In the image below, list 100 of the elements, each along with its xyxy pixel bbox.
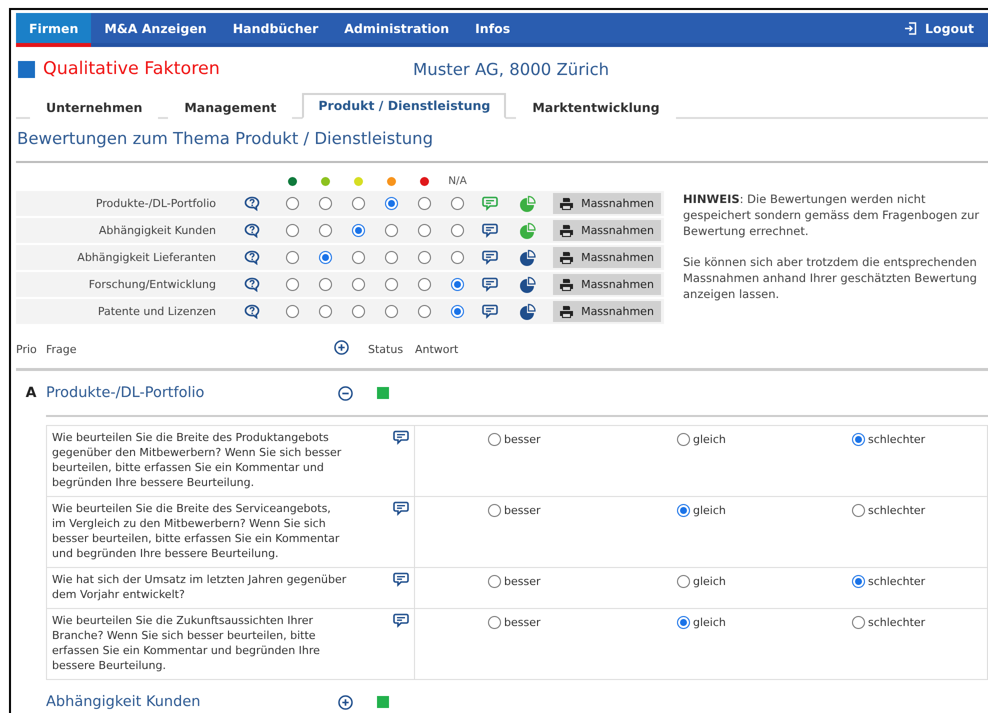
answer-option[interactable]: gleich: [693, 433, 726, 446]
comment-icon[interactable]: [393, 501, 409, 516]
column-header: Prio: [16, 342, 38, 356]
radio-button[interactable]: [385, 278, 398, 291]
radio-button[interactable]: [852, 575, 865, 588]
printer-icon: [560, 224, 574, 236]
rating-label: Abhängigkeit Lieferanten: [76, 251, 217, 264]
radio-button[interactable]: [677, 433, 690, 446]
rating-label: Forschung/Entwicklung: [88, 278, 217, 291]
radio-button[interactable]: [488, 575, 501, 588]
radio-button[interactable]: [677, 575, 690, 588]
radio-button[interactable]: [319, 251, 332, 264]
measures-button[interactable]: Massnahmen: [553, 247, 661, 268]
radio-button[interactable]: [352, 278, 365, 291]
category-title[interactable]: Produkte-/DL-Portfolio: [46, 385, 338, 401]
radio-button[interactable]: [488, 433, 501, 446]
help-icon[interactable]: [244, 223, 260, 238]
radio-button[interactable]: [852, 616, 865, 629]
radio-button[interactable]: [352, 251, 365, 264]
question-text: Wie beurteilen Sie die Zukunftsaussichten Ihrer Branche? Wenn Sie sich besser beurteilen, bitte erfassen Sie ein Kommentar und begründen Ihre bessere Beurteilung.: [52, 613, 321, 673]
radio-button[interactable]: [286, 224, 299, 237]
answer-option[interactable]: besser: [504, 433, 541, 446]
radio-button[interactable]: [286, 278, 299, 291]
priority-label: A: [24, 385, 38, 401]
radio-button[interactable]: [418, 278, 431, 291]
nav-tab[interactable]: Firmen: [16, 13, 92, 47]
measures-button[interactable]: Massnahmen: [553, 220, 661, 241]
answer-option[interactable]: schlechter: [868, 616, 926, 629]
logout-icon: [904, 22, 918, 34]
radio-button[interactable]: [385, 224, 398, 237]
radio-button[interactable]: [352, 197, 365, 210]
radio-button[interactable]: [352, 305, 365, 318]
radio-button[interactable]: [385, 251, 398, 264]
radio-button[interactable]: [385, 197, 398, 210]
radio-button[interactable]: [451, 251, 464, 264]
answer-option[interactable]: schlechter: [868, 504, 926, 517]
answer-option[interactable]: besser: [504, 616, 541, 629]
radio-button[interactable]: [418, 197, 431, 210]
radio-button[interactable]: [677, 504, 690, 517]
comment-icon[interactable]: [393, 430, 409, 445]
help-icon[interactable]: [244, 250, 260, 265]
measures-button[interactable]: Massnahmen: [553, 301, 661, 322]
hint-text: Sie können sich aber trotzdem die entsprechenden Massnahmen anhand Ihrer geschätzten Bewertung anzeigen lassen.: [683, 254, 978, 302]
question-text: Wie beurteilen Sie die Breite des Serviceangebots, im Vergleich zu den Mitbewerbern? Wenn Sie sich besser beurteilen, bitte erfassen Sie ein Kommentar und begründen Ihre bessere Beurteilung.: [52, 501, 340, 561]
radio-button[interactable]: [319, 224, 332, 237]
comment-icon[interactable]: [393, 613, 409, 628]
question-text: Wie beurteilen Sie die Breite des Produktangebots gegenüber den Mitbewerbern? Wenn Sie sich besser beurteilen, bitte erfassen Sie ein Kommentar und begründen Ihre bessere Beurteilung.: [52, 430, 342, 490]
expand-all-icon[interactable]: [334, 340, 349, 355]
comment-icon[interactable]: [482, 223, 498, 238]
radio-button[interactable]: [451, 224, 464, 237]
comment-icon[interactable]: [482, 250, 498, 265]
radio-button[interactable]: [418, 251, 431, 264]
help-icon[interactable]: [244, 196, 260, 211]
answer-option[interactable]: gleich: [693, 616, 726, 629]
nav-tab[interactable]: M&A Anzeigen: [91, 13, 220, 47]
expand-icon[interactable]: [338, 694, 353, 710]
comment-icon[interactable]: [482, 277, 498, 292]
printer-icon: [560, 198, 574, 210]
nav-tab[interactable]: Handbücher: [220, 13, 332, 47]
company-name: Muster AG, 8000 Zürich: [413, 60, 610, 78]
answer-option[interactable]: schlechter: [868, 433, 926, 446]
section-tab[interactable]: Produkt / Dienstleistung: [302, 93, 506, 119]
radio-button[interactable]: [319, 305, 332, 318]
radio-button[interactable]: [852, 433, 865, 446]
radio-button[interactable]: [677, 616, 690, 629]
answer-option[interactable]: gleich: [693, 575, 726, 588]
answer-option[interactable]: besser: [504, 504, 541, 517]
category-title[interactable]: Abhängigkeit Kunden: [46, 694, 338, 710]
radio-button[interactable]: [286, 251, 299, 264]
measures-button[interactable]: Massnahmen: [553, 193, 661, 214]
help-icon[interactable]: [244, 304, 260, 319]
radio-button[interactable]: [385, 305, 398, 318]
radio-button[interactable]: [451, 278, 464, 291]
radio-button[interactable]: [451, 305, 464, 318]
radio-button[interactable]: [352, 224, 365, 237]
radio-button[interactable]: [418, 224, 431, 237]
help-icon[interactable]: [244, 277, 260, 292]
logout-button[interactable]: Logout: [904, 13, 988, 47]
nav-tab[interactable]: Infos: [462, 13, 524, 47]
nav-tab[interactable]: Administration: [331, 13, 462, 47]
radio-button[interactable]: [319, 197, 332, 210]
radio-button[interactable]: [418, 305, 431, 318]
radio-button[interactable]: [488, 616, 501, 629]
answer-option[interactable]: schlechter: [868, 575, 926, 588]
collapse-icon[interactable]: [338, 386, 353, 400]
printer-icon: [560, 306, 574, 318]
comment-icon[interactable]: [393, 572, 409, 587]
radio-button[interactable]: [451, 197, 464, 210]
measures-button[interactable]: Massnahmen: [553, 274, 661, 295]
radio-button[interactable]: [319, 278, 332, 291]
printer-icon: [560, 278, 574, 290]
radio-button[interactable]: [286, 305, 299, 318]
column-header: Antwort: [415, 342, 460, 356]
comment-icon[interactable]: [482, 304, 498, 319]
radio-button[interactable]: [488, 504, 501, 517]
answer-option[interactable]: gleich: [693, 504, 726, 517]
radio-button[interactable]: [286, 197, 299, 210]
radio-button[interactable]: [852, 504, 865, 517]
rating-label: Produkte-/DL-Portfolio: [94, 197, 217, 210]
answer-option[interactable]: besser: [504, 575, 541, 588]
